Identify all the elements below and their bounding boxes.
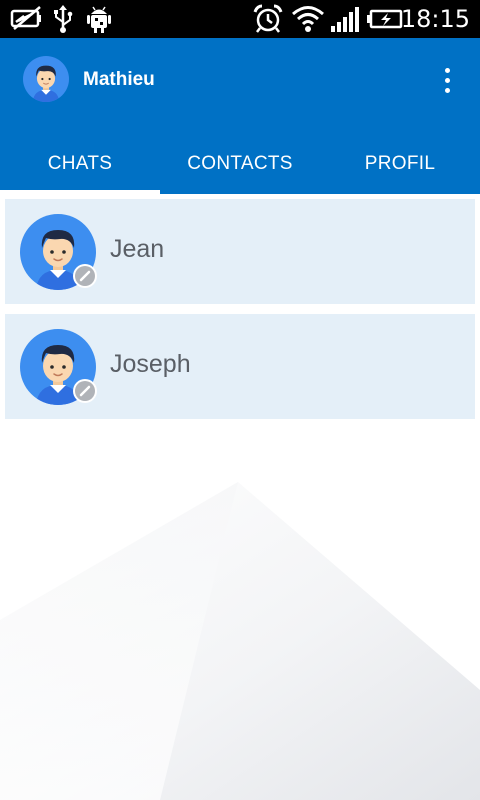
chat-item-joseph[interactable]: Joseph	[5, 314, 475, 419]
overflow-menu-icon[interactable]	[434, 60, 460, 100]
contact-avatar-icon	[20, 214, 97, 290]
tab-profil[interactable]: PROFIL	[320, 134, 480, 194]
app-screen: 18:15 Mathieu CHATS CONTACTS PROFIL Jean…	[0, 0, 480, 800]
user-name: Mathieu	[83, 69, 155, 90]
tab-contacts[interactable]: CONTACTS	[160, 134, 320, 194]
tab-label: PROFIL	[364, 153, 436, 174]
tab-label: CONTACTS	[187, 153, 293, 174]
wifi-icon	[291, 4, 325, 39]
contact-name: Jean	[110, 235, 165, 263]
background-decoration	[0, 482, 480, 800]
alarm-icon	[253, 4, 283, 39]
app-header: Mathieu CHATS CONTACTS PROFIL	[0, 38, 480, 194]
signal-icon	[330, 4, 360, 39]
tab-chats[interactable]: CHATS	[0, 134, 160, 194]
contact-name: Joseph	[110, 350, 191, 378]
tab-bar: CHATS CONTACTS PROFIL	[0, 134, 480, 194]
chat-list: Jean Joseph	[5, 199, 475, 429]
status-bar: 18:15	[0, 0, 480, 38]
chat-item-jean[interactable]: Jean	[5, 199, 475, 304]
clock: 18:15	[400, 5, 470, 33]
battery-charging-icon	[366, 4, 404, 39]
tab-label: CHATS	[47, 153, 113, 174]
user-avatar-icon[interactable]	[23, 56, 69, 102]
usb-icon	[52, 4, 74, 39]
contact-avatar-icon	[20, 329, 97, 405]
no-battery-saver-icon	[10, 4, 44, 37]
android-debug-icon	[86, 4, 112, 39]
